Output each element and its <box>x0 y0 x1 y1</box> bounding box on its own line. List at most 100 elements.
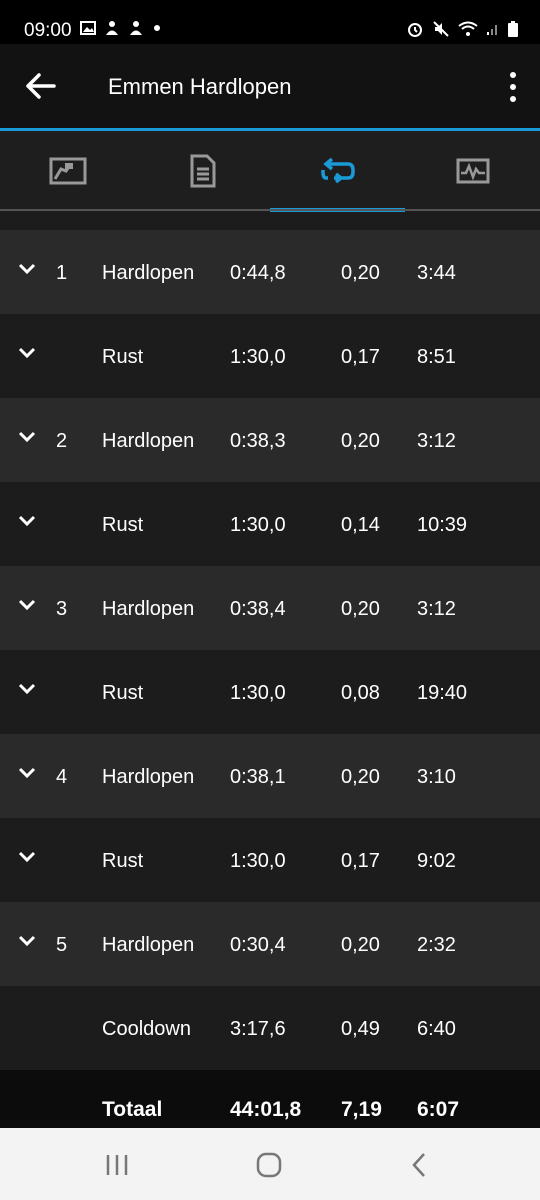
back-chevron-icon <box>412 1153 425 1177</box>
more-notifications-dot-icon <box>154 25 160 31</box>
lap-number: 4 <box>56 766 68 788</box>
lap-row[interactable]: 4 Hardlopen 0:38,1 0,20 3:10 <box>0 734 540 818</box>
overflow-menu-button[interactable] <box>506 70 520 104</box>
chevron-down-icon[interactable] <box>18 767 36 779</box>
tab-map[interactable] <box>0 131 135 210</box>
app-notification-icon <box>106 21 118 35</box>
back-arrow-icon <box>26 73 56 99</box>
chevron-down-icon[interactable] <box>18 935 36 947</box>
lap-pace: 3:12 <box>417 430 456 452</box>
lap-type: Hardlopen <box>102 934 195 956</box>
lap-type: Hardlopen <box>102 262 195 284</box>
gallery-icon <box>80 21 96 35</box>
signal-icon <box>487 25 497 35</box>
lap-time: 1:30,0 <box>230 682 286 704</box>
total-row: Totaal 44:01,8 7,19 6:07 <box>0 1070 540 1128</box>
system-nav-bar <box>0 1128 540 1200</box>
lap-type: Hardlopen <box>102 430 195 452</box>
chevron-down-icon[interactable] <box>18 851 36 863</box>
app-notification-icon <box>130 21 142 35</box>
lap-type: Rust <box>102 346 144 368</box>
chevron-down-icon[interactable] <box>18 683 36 695</box>
lap-pace: 6:40 <box>417 1018 456 1040</box>
lap-number: 5 <box>56 934 68 956</box>
lap-time: 1:30,0 <box>230 850 286 872</box>
lap-distance: 0,20 <box>341 598 380 620</box>
lap-distance: 0,20 <box>341 430 380 452</box>
lap-row[interactable]: 5 Hardlopen 0:30,4 0,20 2:32 <box>0 902 540 986</box>
lap-distance: 0,17 <box>341 850 380 872</box>
lap-time: 0:44,8 <box>230 262 286 284</box>
lap-type: Hardlopen <box>102 598 195 620</box>
tab-charts[interactable] <box>405 131 540 210</box>
lap-type: Rust <box>102 514 144 536</box>
lap-pace: 10:39 <box>417 514 468 536</box>
lap-type: Hardlopen <box>102 766 195 788</box>
lap-distance: 0,08 <box>341 682 380 704</box>
chevron-down-icon[interactable] <box>18 515 36 527</box>
lap-distance: 0,20 <box>341 262 380 284</box>
app-bar: Emmen Hardlopen <box>0 44 540 128</box>
total-pace: 6:07 <box>417 1098 460 1121</box>
lap-pace: 3:44 <box>417 262 456 284</box>
lap-row[interactable]: 3 Hardlopen 0:38,4 0,20 3:12 <box>0 566 540 650</box>
lap-row[interactable]: Rust 1:30,0 0,17 8:51 <box>0 314 540 398</box>
chart-icon <box>456 158 489 183</box>
tab-details[interactable] <box>135 131 270 210</box>
lap-type: Cooldown <box>102 1018 191 1040</box>
back-button[interactable] <box>24 70 60 102</box>
lap-row: Cooldown 3:17,6 0,49 6:40 <box>0 986 540 1070</box>
status-notification-icons <box>80 20 162 36</box>
status-time: 09:00 <box>24 20 72 41</box>
lap-pace: 8:51 <box>417 346 456 368</box>
lap-time: 3:17,6 <box>230 1018 286 1040</box>
lap-pace: 9:02 <box>417 850 456 872</box>
lap-distance: 0,20 <box>341 766 380 788</box>
mute-icon <box>433 21 449 37</box>
lap-row[interactable]: Rust 1:30,0 0,17 9:02 <box>0 818 540 902</box>
recent-apps-button[interactable] <box>102 1150 132 1180</box>
lap-number: 2 <box>56 430 68 452</box>
chevron-down-icon[interactable] <box>18 347 36 359</box>
lap-number: 1 <box>56 262 68 284</box>
lap-number: 3 <box>56 598 68 620</box>
lap-row[interactable]: Rust 1:30,0 0,14 10:39 <box>0 482 540 566</box>
lap-distance: 0,14 <box>341 514 380 536</box>
lap-pace: 19:40 <box>417 682 468 704</box>
back-nav-button[interactable] <box>404 1150 434 1180</box>
tab-bar <box>0 131 540 212</box>
lap-row[interactable]: 1 Hardlopen 0:44,8 0,20 3:44 <box>0 230 540 314</box>
lap-distance: 0,20 <box>341 934 380 956</box>
lap-time: 1:30,0 <box>230 514 286 536</box>
lap-row[interactable]: 2 Hardlopen 0:38,3 0,20 3:12 <box>0 398 540 482</box>
tab-laps[interactable] <box>270 131 405 210</box>
lap-distance: 0,49 <box>341 1018 380 1040</box>
lap-distance: 0,17 <box>341 346 380 368</box>
wifi-icon <box>458 21 478 36</box>
tab-divider <box>0 209 540 211</box>
chevron-down-icon[interactable] <box>18 599 36 611</box>
more-vert-icon <box>510 72 516 102</box>
repeat-icon <box>320 157 355 183</box>
chevron-down-icon[interactable] <box>18 431 36 443</box>
status-system-icons <box>406 20 518 38</box>
chevron-down-icon[interactable] <box>18 263 36 275</box>
lap-time: 1:30,0 <box>230 346 286 368</box>
lap-type: Rust <box>102 682 144 704</box>
battery-icon <box>508 21 518 37</box>
lap-type: Rust <box>102 850 144 872</box>
alarm-icon <box>408 23 422 37</box>
status-bar: 09:00 <box>0 0 540 44</box>
lap-pace: 3:10 <box>417 766 456 788</box>
lap-time: 0:38,3 <box>230 430 286 452</box>
total-label: Totaal <box>102 1098 163 1121</box>
laps-list: 1 Hardlopen 0:44,8 0,20 3:44 Rust 1:30,0… <box>0 230 540 1070</box>
map-icon <box>49 157 86 184</box>
lap-pace: 2:32 <box>417 934 456 956</box>
home-button[interactable] <box>252 1150 286 1180</box>
lap-time: 0:38,4 <box>230 598 286 620</box>
lap-time: 0:38,1 <box>230 766 286 788</box>
lap-row[interactable]: Rust 1:30,0 0,08 19:40 <box>0 650 540 734</box>
lap-time: 0:30,4 <box>230 934 286 956</box>
document-icon <box>190 154 215 187</box>
